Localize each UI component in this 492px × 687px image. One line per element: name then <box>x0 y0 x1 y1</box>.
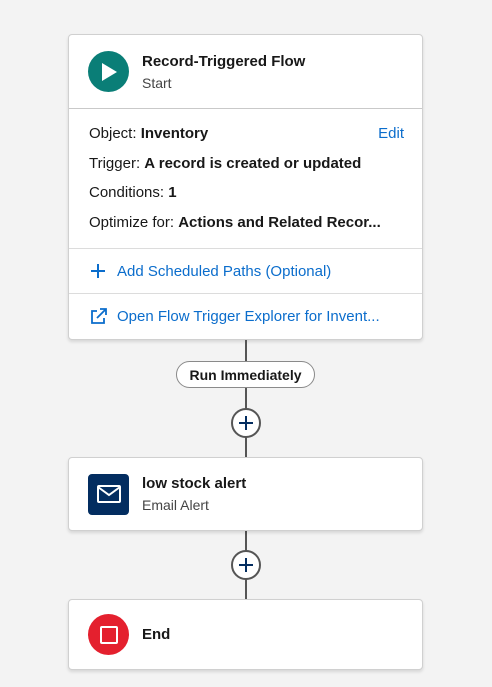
play-icon <box>88 51 129 92</box>
email-alert-element-card[interactable]: low stock alert Email Alert <box>68 457 423 531</box>
start-element-subtitle: Start <box>142 74 172 91</box>
object-value: Inventory <box>140 125 209 142</box>
conditions-row: Conditions: 1 <box>89 178 404 208</box>
run-immediately-path-label[interactable]: Run Immediately <box>176 361 315 388</box>
stop-icon <box>88 614 129 655</box>
edit-link[interactable]: Edit <box>378 119 404 149</box>
start-element-card[interactable]: Record-Triggered Flow Start Object: Inve… <box>68 34 423 340</box>
optimize-row: Optimize for: Actions and Related Recor.… <box>89 208 404 238</box>
start-details: Object: Inventory Edit Trigger: A record… <box>69 109 422 237</box>
open-flow-trigger-explorer-label: Open Flow Trigger Explorer for Invent... <box>117 307 380 325</box>
conditions-value: 1 <box>168 184 177 201</box>
optimize-value: Actions and Related Recor... <box>178 213 381 231</box>
plus-icon <box>239 558 253 572</box>
object-label: Object: <box>89 125 137 142</box>
trigger-label: Trigger: <box>89 154 141 172</box>
connector-line <box>245 340 247 457</box>
add-element-button[interactable] <box>231 408 261 438</box>
end-element-card[interactable]: End <box>68 599 423 670</box>
add-scheduled-paths-label: Add Scheduled Paths (Optional) <box>117 262 332 280</box>
end-element-header[interactable]: End <box>69 600 422 669</box>
plus-icon <box>239 416 253 430</box>
start-element-header[interactable]: Record-Triggered Flow Start <box>69 35 422 109</box>
email-alert-title: low stock alert <box>142 475 247 492</box>
object-row: Object: Inventory Edit <box>89 119 404 149</box>
email-alert-subtitle: Email Alert <box>142 497 209 513</box>
trigger-row: Trigger: A record is created or updated <box>89 149 404 179</box>
conditions-label: Conditions: <box>89 184 165 201</box>
plus-icon <box>89 262 107 280</box>
trigger-value: A record is created or updated <box>144 154 362 172</box>
start-element-title: Record-Triggered Flow <box>142 52 306 70</box>
optimize-label: Optimize for: <box>89 213 175 231</box>
email-alert-header[interactable]: low stock alert Email Alert <box>69 458 422 530</box>
add-element-button[interactable] <box>231 550 261 580</box>
envelope-icon <box>88 473 129 515</box>
add-scheduled-paths-link[interactable]: Add Scheduled Paths (Optional) <box>69 248 422 293</box>
external-link-icon <box>89 307 107 325</box>
open-flow-trigger-explorer-link[interactable]: Open Flow Trigger Explorer for Invent... <box>69 293 422 338</box>
end-element-title: End <box>142 625 171 643</box>
